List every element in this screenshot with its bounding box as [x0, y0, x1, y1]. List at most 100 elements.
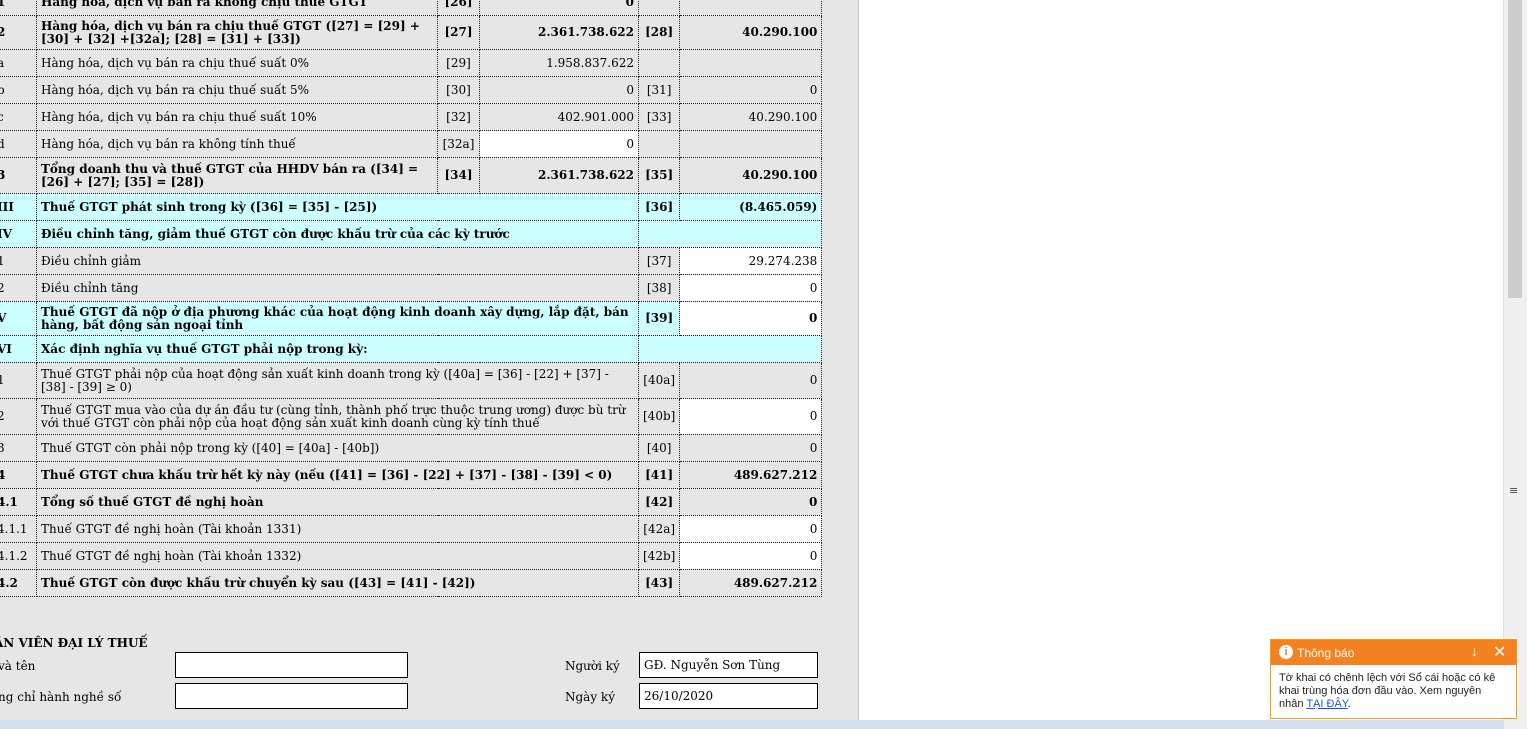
row-description: Hàng hóa, dịch vụ bán ra không chịu thuế…	[36, 0, 438, 16]
row-description: Thuế GTGT đề nghị hoàn (Tài khoản 1332)	[36, 542, 639, 570]
sign-date-input[interactable]: 26/10/2020	[639, 683, 818, 709]
tax-amount-cell: 40.290.100	[679, 103, 823, 131]
tax-amount-cell: 40.290.100	[679, 157, 823, 194]
vat-declaration-table: 1Hàng hóa, dịch vụ bán ra không chịu thu…	[0, 0, 823, 597]
tax-amount-cell	[679, 49, 823, 77]
amount-cell: 0	[479, 0, 639, 16]
amount-cell[interactable]: 0	[679, 301, 823, 336]
table-row: 1Điều chỉnh giảm[37]29.274.238	[0, 247, 823, 275]
vertical-scrollbar[interactable]: ≡	[1503, 0, 1527, 729]
tax-amount-cell	[679, 130, 823, 158]
indicator-code: [28]	[637, 15, 681, 50]
table-row: bHàng hóa, dịch vụ bán ra chịu thuế suất…	[0, 76, 823, 104]
table-row: cHàng hóa, dịch vụ bán ra chịu thuế suất…	[0, 103, 823, 131]
row-number: 4.1.1	[0, 515, 37, 543]
scrollbar-thumb[interactable]	[1508, 0, 1522, 298]
tax-amount-cell	[679, 0, 823, 16]
row-number: 4	[0, 461, 37, 489]
row-number: d	[0, 130, 37, 158]
row-description: Điều chỉnh giảm	[36, 247, 639, 275]
amount-cell: 402.901.000	[479, 103, 639, 131]
table-row: VIXác định nghĩa vụ thuế GTGT phải nộp t…	[0, 335, 823, 363]
table-row: IVĐiều chỉnh tăng, giảm thuế GTGT còn đư…	[0, 220, 823, 248]
indicator-code: [40b]	[637, 398, 681, 435]
row-number: c	[0, 103, 37, 131]
table-row: dHàng hóa, dịch vụ bán ra không tính thu…	[0, 130, 823, 158]
practice-cert-input[interactable]	[175, 683, 408, 709]
row-description: Hàng hóa, dịch vụ bán ra chịu thuế suất …	[36, 76, 438, 104]
indicator-code: [43]	[637, 569, 681, 597]
row-number: IV	[0, 220, 37, 248]
amount-cell: 2.361.738.622	[479, 157, 639, 194]
indicator-code: [32a]	[437, 130, 480, 158]
row-description: Hàng hóa, dịch vụ bán ra chịu thuế suất …	[36, 103, 438, 131]
agent-name-label: và tên	[0, 659, 36, 673]
row-number: 3	[0, 157, 37, 194]
tax-agent-heading: ÂN VIÊN ĐẠI LÝ THUẾ	[0, 636, 148, 650]
table-row: 2Điều chỉnh tăng[38]0	[0, 274, 823, 302]
row-description: Thuế GTGT còn phải nộp trong kỳ ([40] = …	[36, 434, 639, 462]
tax-amount-cell: 0	[679, 76, 823, 104]
row-number: 4.1	[0, 488, 37, 516]
table-row: IIIThuế GTGT phát sinh trong kỳ ([36] = …	[0, 193, 823, 221]
indicator-code	[637, 130, 681, 158]
scrollbar-grip-icon: ≡	[1509, 484, 1519, 497]
row-number: 4.1.2	[0, 542, 37, 570]
agent-name-input[interactable]	[175, 652, 408, 678]
amount-cell[interactable]: 29.274.238	[679, 247, 823, 275]
row-description: Thuế GTGT đã nộp ở địa phương khác của h…	[36, 301, 639, 336]
indicator-code: [42a]	[637, 515, 681, 543]
row-description: Thuế GTGT chưa khấu trừ hết kỳ này (nếu …	[36, 461, 639, 489]
row-number: 2	[0, 274, 37, 302]
close-icon[interactable]: ✕	[1493, 642, 1506, 662]
table-row: 4Thuế GTGT chưa khấu trừ hết kỳ này (nếu…	[0, 461, 823, 489]
amount-cell[interactable]: 0	[479, 130, 639, 158]
indicator-code: [34]	[437, 157, 480, 194]
collapse-arrow-icon[interactable]: ↓	[1471, 643, 1478, 659]
row-description: Điều chỉnh tăng	[36, 274, 639, 302]
row-number: 1	[0, 0, 37, 16]
amount-cell: (8.465.059)	[679, 193, 823, 221]
signer-label: Người ký	[565, 659, 620, 673]
indicator-code: [39]	[637, 301, 681, 336]
indicator-code: [33]	[637, 103, 681, 131]
table-row: 1Hàng hóa, dịch vụ bán ra không chịu thu…	[0, 0, 823, 16]
tax-amount-cell: 40.290.100	[679, 15, 823, 50]
row-description: Hàng hóa, dịch vụ bán ra chịu thuế suất …	[36, 49, 438, 77]
row-description: Thuế GTGT đề nghị hoàn (Tài khoản 1331)	[36, 515, 639, 543]
indicator-code: [32]	[437, 103, 480, 131]
amount-cell[interactable]: 0	[679, 398, 823, 435]
amount-cell[interactable]: 0	[679, 274, 823, 302]
row-number: III	[0, 193, 37, 221]
indicator-code: [30]	[437, 76, 480, 104]
row-description: Hàng hóa, dịch vụ bán ra chịu thuế GTGT …	[36, 15, 438, 50]
amount-cell[interactable]: 0	[679, 542, 823, 570]
section-heading: Điều chỉnh tăng, giảm thuế GTGT còn được…	[36, 220, 639, 248]
notification-link[interactable]: TẠI ĐÂY	[1306, 698, 1347, 710]
indicator-code: [42]	[637, 488, 681, 516]
indicator-code: [40a]	[637, 362, 681, 399]
workspace-blank-area	[859, 0, 1503, 720]
amount-cell[interactable]: 0	[679, 515, 823, 543]
info-icon: i	[1279, 645, 1293, 659]
table-row: 1Thuế GTGT phải nộp của hoạt động sản xu…	[0, 362, 823, 399]
empty-cell	[637, 335, 823, 363]
notification-header: i Thông báo ↓ ✕	[1271, 640, 1516, 665]
indicator-code: [42b]	[637, 542, 681, 570]
indicator-code	[637, 49, 681, 77]
indicator-code: [36]	[637, 193, 681, 221]
table-row: 2Hàng hóa, dịch vụ bán ra chịu thuế GTGT…	[0, 15, 823, 50]
indicator-code: [26]	[437, 0, 480, 16]
bottom-strip	[0, 720, 1527, 729]
signer-input[interactable]: GĐ. Nguyễn Sơn Tùng	[639, 652, 818, 678]
amount-cell: 489.627.212	[679, 461, 823, 489]
table-row: 4.1.2 Thuế GTGT đề nghị hoàn (Tài khoản 1…	[0, 542, 823, 570]
practice-cert-label: ng chỉ hành nghề số	[0, 690, 122, 704]
table-row: 2Thuế GTGT mua vào của dự án đầu tư (cùn…	[0, 398, 823, 435]
row-description: Hàng hóa, dịch vụ bán ra không tính thuế	[36, 130, 438, 158]
amount-cell: 0	[479, 76, 639, 104]
notification-popup: i Thông báo ↓ ✕ Tờ khai có chênh lệch vớ…	[1270, 639, 1517, 719]
indicator-code: [35]	[637, 157, 681, 194]
row-description: Thuế GTGT còn được khấu trừ chuyển kỳ sa…	[36, 569, 639, 597]
notification-period: .	[1347, 698, 1351, 710]
